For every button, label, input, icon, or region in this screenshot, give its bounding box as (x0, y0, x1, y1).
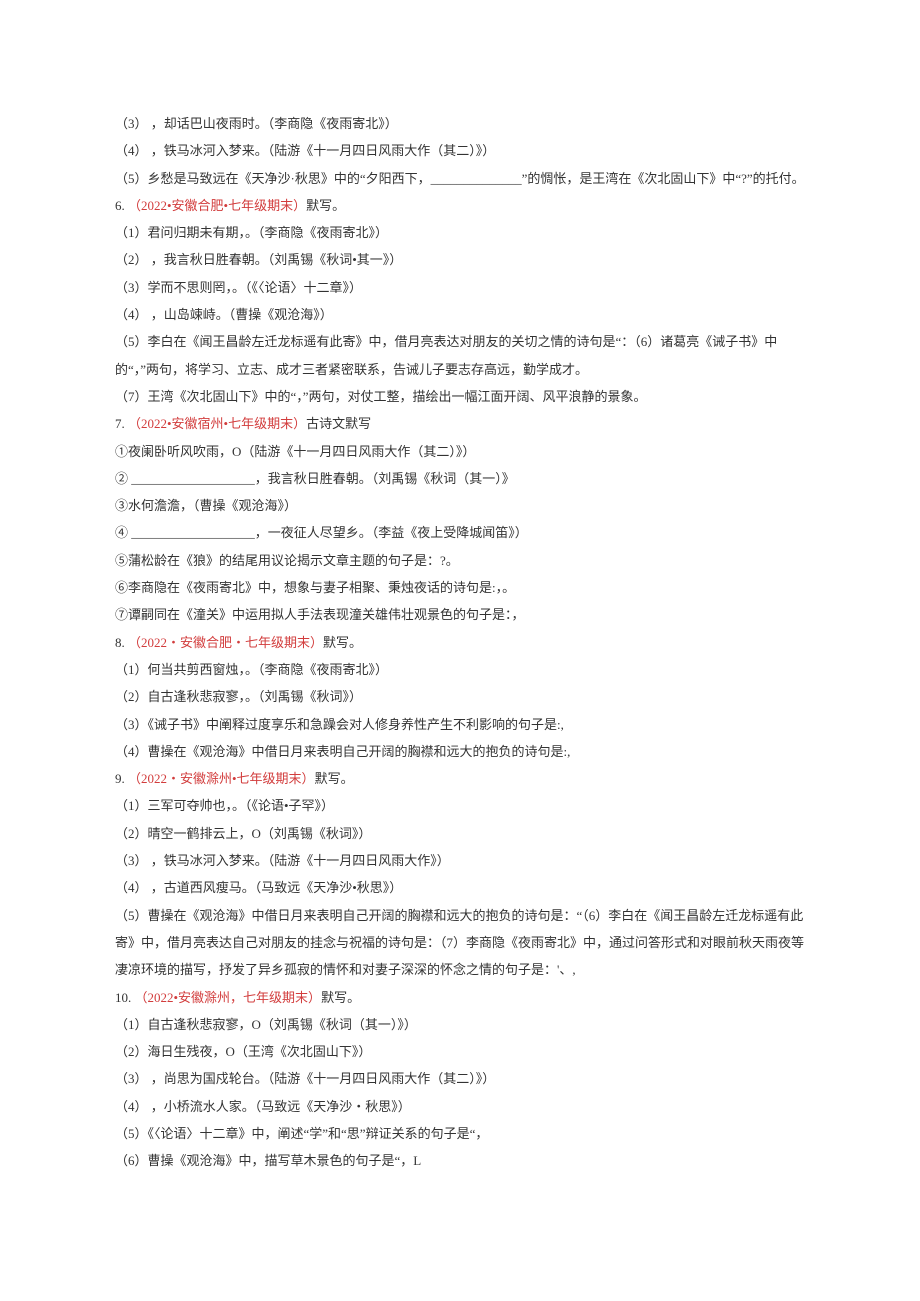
body-text: （2）海日生残夜，O（王湾《次北固山下》） (115, 1044, 371, 1059)
text-line: （2）海日生残夜，O（王湾《次北固山下》） (115, 1038, 805, 1065)
body-text: （3） (115, 116, 148, 131)
body-text: （5）李白在《闻王昌龄左迁龙标遥有此寄》中，借月亮表达对朋友的关切之情的诗句是“… (115, 334, 777, 376)
text-line: （1）君问归期未有期，。（李商隐《夜雨寄北》） (115, 219, 805, 246)
text-line: （4）曹操在《观沧海》中借日月来表明自己开阔的胸襟和远大的抱负的诗句是:, (115, 738, 805, 765)
body-text: （3）学而不思则罔，。（《〈论语〉十二章》） (115, 280, 362, 295)
body-text: 默写。 (321, 990, 360, 1005)
text-line: （2） ，我言秋日胜春朝。（刘禹锡《秋词•其一》） (115, 246, 805, 273)
body-text: ③水何澹澹，（曹操《观沧海》） (115, 498, 297, 513)
source-label: （2022•安徽宿州•七年级期末） (128, 416, 306, 431)
body-text: （7）王湾《次北固山下》中的“，”两句，对仗工整，描绘出一幅江面开阔、风平浪静的… (115, 389, 647, 404)
body-text: 默写。 (323, 635, 362, 650)
body-text: （6）曹操《观沧海》中，描写草木景色的句子是“，L (115, 1153, 421, 1168)
text-line: （1）何当共剪西窗烛，。（李商隐《夜雨寄北》） (115, 656, 805, 683)
body-text: 9. (115, 771, 128, 786)
source-label: （2022•安徽滁州，七年级期末） (135, 990, 322, 1005)
body-text: （1）君问归期未有期，。（李商隐《夜雨寄北》） (115, 225, 388, 240)
body-text: （1）三军可夺帅也，。（《论语•子罕》） (115, 798, 334, 813)
body-text: （3） ，铁马冰河入梦来。（陆游《十一月四日风雨大作》） (115, 853, 450, 868)
text-line: （4） ，古道西风瘦马。（马致远《天净沙•秋思》） (115, 874, 805, 901)
body-text: （3） ，尚思为国戍轮台。（陆游《十一月四日风雨大作（其二）》） (115, 1071, 495, 1086)
text-line: （5）《〈论语〉十二章》中，阐述“学”和“思”辩证关系的句子是“， (115, 1120, 805, 1147)
text-line: （3）《诫子书》中阐释过度享乐和急躁会对人修身养性产生不利影响的句子是:, (115, 711, 805, 738)
text-line: ①夜阑卧听风吹雨，O（陆游《十一月四日风雨大作（其二）》） (115, 438, 805, 465)
body-text: ④ ___________________，一夜征人尽望乡。（李益《夜上受降城闻… (115, 525, 528, 540)
text-line: （2）自古逢秋悲寂寥，。（刘禹锡《秋词》） (115, 683, 805, 710)
text-line: 8. （2022・安徽合肥・七年级期末）默写。 (115, 629, 805, 656)
body-text: （1）自古逢秋悲寂寥，O（刘禹锡《秋词（其一）》） (115, 1017, 417, 1032)
text-line: （3） ，尚思为国戍轮台。（陆游《十一月四日风雨大作（其二）》） (115, 1065, 805, 1092)
body-text: （1）何当共剪西窗烛，。（李商隐《夜雨寄北》） (115, 662, 388, 677)
text-line: （5）曹操在《观沧海》中借日月来表明自己开阔的胸襟和远大的抱负的诗句是：“（6）… (115, 902, 805, 984)
text-line: ⑥李商隐在《夜雨寄北》中，想象与妻子相聚、秉烛夜话的诗句是:，。 (115, 574, 805, 601)
body-text: ⑦谭嗣同在《潼关》中运用拟人手法表现潼关雄伟壮观景色的句子是：， (115, 607, 525, 622)
body-text: ，铁马冰河入梦来。（陆游《十一月四日风雨大作（其二）》） (148, 143, 496, 158)
body-text: ①夜阑卧听风吹雨，O（陆游《十一月四日风雨大作（其二）》） (115, 444, 475, 459)
text-line: （5）李白在《闻王昌龄左迁龙标遥有此寄》中，借月亮表达对朋友的关切之情的诗句是“… (115, 328, 805, 383)
body-text: （4） ，古道西风瘦马。（马致远《天净沙•秋思》） (115, 880, 402, 895)
text-line: （5）乡愁是马致远在《天净沙·秋思》中的“夕阳西下，______________… (115, 165, 805, 192)
document-page: （3） ，却话巴山夜雨时。（李商隐《夜雨寄北》）（4） ，铁马冰河入梦来。（陆游… (0, 0, 920, 1301)
body-text: （4）曹操在《观沧海》中借日月来表明自己开阔的胸襟和远大的抱负的诗句是:, (115, 744, 570, 759)
text-line: （4） ，铁马冰河入梦来。（陆游《十一月四日风雨大作（其二）》） (115, 137, 805, 164)
text-line: ⑤蒲松龄在《狼》的结尾用议论揭示文章主题的句子是：?。 (115, 547, 805, 574)
body-text: （5）《〈论语〉十二章》中，阐述“学”和“思”辩证关系的句子是“， (115, 1126, 488, 1141)
body-text: （3）《诫子书》中阐释过度享乐和急躁会对人修身养性产生不利影响的句子是:, (115, 717, 564, 732)
text-line: （2）晴空一鹤排云上，O（刘禹锡《秋词》） (115, 820, 805, 847)
text-line: （1）自古逢秋悲寂寥，O（刘禹锡《秋词（其一）》） (115, 1011, 805, 1038)
text-line: （3）学而不思则罔，。（《〈论语〉十二章》） (115, 274, 805, 301)
body-text: 默写。 (315, 771, 354, 786)
body-text: （2）自古逢秋悲寂寥，。（刘禹锡《秋词》） (115, 689, 362, 704)
body-text: （4） (115, 143, 148, 158)
body-text: ，却话巴山夜雨时。（李商隐《夜雨寄北》） (148, 116, 398, 131)
body-text: 默写。 (306, 198, 345, 213)
text-line: （7）王湾《次北固山下》中的“，”两句，对仗工整，描绘出一幅江面开阔、风平浪静的… (115, 383, 805, 410)
text-line: 7. （2022•安徽宿州•七年级期末）古诗文默写 (115, 410, 805, 437)
text-line: 10. （2022•安徽滁州，七年级期末）默写。 (115, 984, 805, 1011)
text-line: （3） ，却话巴山夜雨时。（李商隐《夜雨寄北》） (115, 110, 805, 137)
body-text: 古诗文默写 (306, 416, 371, 431)
body-text: （2） ，我言秋日胜春朝。（刘禹锡《秋词•其一》） (115, 252, 402, 267)
body-text: 10. (115, 990, 135, 1005)
text-line: ④ ___________________，一夜征人尽望乡。（李益《夜上受降城闻… (115, 519, 805, 546)
text-line: 6. （2022•安徽合肥•七年级期末）默写。 (115, 192, 805, 219)
body-text: ⑤蒲松龄在《狼》的结尾用议论揭示文章主题的句子是：?。 (115, 553, 459, 568)
source-label: （2022・安徽滁州•七年级期末） (128, 771, 315, 786)
text-line: （4） ，山岛竦峙。（曹操《观沧海》） (115, 301, 805, 328)
body-text: ② ___________________，我言秋日胜春朝。（刘禹锡《秋词（其一… (115, 471, 515, 486)
text-line: （6）曹操《观沧海》中，描写草木景色的句子是“，L (115, 1147, 805, 1174)
source-label: （2022・安徽合肥・七年级期末） (128, 635, 323, 650)
text-line: ② ___________________，我言秋日胜春朝。（刘禹锡《秋词（其一… (115, 465, 805, 492)
source-label: （2022•安徽合肥•七年级期末） (128, 198, 306, 213)
body-text: 6. (115, 198, 128, 213)
body-text: （4） ，小桥流水人家。（马致远《天净沙・秋思》） (115, 1099, 411, 1114)
text-line: 9. （2022・安徽滁州•七年级期末）默写。 (115, 765, 805, 792)
body-text: （5）曹操在《观沧海》中借日月来表明自己开阔的胸襟和远大的抱负的诗句是：“（6）… (115, 908, 804, 978)
body-text: （2）晴空一鹤排云上，O（刘禹锡《秋词》） (115, 826, 371, 841)
body-text: 8. (115, 635, 128, 650)
text-line: （3） ，铁马冰河入梦来。（陆游《十一月四日风雨大作》） (115, 847, 805, 874)
text-line: （4） ，小桥流水人家。（马致远《天净沙・秋思》） (115, 1093, 805, 1120)
body-text: 7. (115, 416, 128, 431)
body-text: （4） ，山岛竦峙。（曹操《观沧海》） (115, 307, 333, 322)
body-text: （5）乡愁是马致远在《天净沙·秋思》中的“夕阳西下，______________… (115, 171, 805, 186)
body-text: ⑥李商隐在《夜雨寄北》中，想象与妻子相聚、秉烛夜话的诗句是:，。 (115, 580, 515, 595)
text-line: ⑦谭嗣同在《潼关》中运用拟人手法表现潼关雄伟壮观景色的句子是：， (115, 601, 805, 628)
text-line: （1）三军可夺帅也，。（《论语•子罕》） (115, 792, 805, 819)
text-line: ③水何澹澹，（曹操《观沧海》） (115, 492, 805, 519)
